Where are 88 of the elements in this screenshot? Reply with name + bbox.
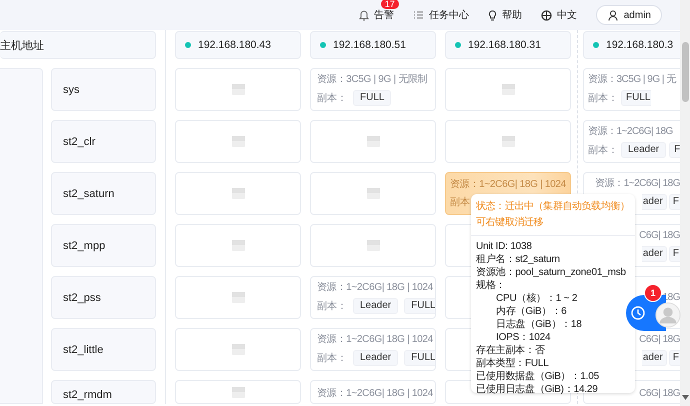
detail-line: 租户名：st2_saturn [476, 253, 561, 266]
globe-icon [540, 10, 552, 20]
clock-icon [631, 306, 645, 320]
unit-cell[interactable]: 资源：1~2C6G| 18G | 1024 副本： Leader FULL [310, 328, 436, 371]
detail-line: 已使用数据盘（GiB）：1.05 [476, 370, 600, 383]
image-placeholder-icon [232, 188, 244, 199]
image-placeholder-icon [232, 387, 244, 398]
count-badge: 17 [380, 0, 399, 9]
image-placeholder-icon [366, 188, 380, 199]
replica-tag: FULL [621, 90, 652, 106]
scroll-down-icon [682, 395, 689, 400]
detail-line: 副本类型：FULL [476, 357, 550, 370]
unit-cell[interactable]: 资源：1~2C6G| 18G | 1024 副本： Leader FULL [310, 276, 436, 319]
host-address: 192.168.180.43 [198, 39, 271, 51]
resource-text: 资源：1~2C6G| 18G [595, 177, 680, 190]
tenant-cell: st2_mpp [51, 224, 156, 267]
language-button[interactable]: 中文 [540, 8, 577, 22]
scrollbar-thumb[interactable] [682, 42, 689, 102]
replica-tag: F [668, 246, 680, 262]
unit-cell[interactable]: 资源：1~2C6G| 18G 副本： Leader F [583, 120, 680, 163]
user-icon [608, 10, 618, 20]
bulb-icon [488, 10, 497, 20]
tenant-cell: st2_little [51, 328, 156, 371]
alerts-button[interactable]: 告警 [358, 8, 394, 22]
tenant-cell: st2_pss [51, 276, 156, 319]
spec-line: 内存（GiB）：6 [495, 305, 568, 318]
tenant-cell: st2_rmdm [51, 380, 156, 404]
resource-text: 资源：3C5G | 9G | 无 [588, 73, 678, 86]
replica-label: 副本： [317, 352, 347, 365]
detail-line: 规格： [476, 279, 506, 292]
spec-line: CPU（核）：1 ~ 2 [495, 292, 578, 305]
replica-tag: FULL [404, 350, 435, 366]
bell-icon [358, 10, 369, 20]
tenant-cell: st2_saturn [51, 172, 156, 215]
replica-tag: F [668, 350, 680, 366]
image-placeholder-icon [502, 136, 514, 147]
resource-text: C6G| 18G [639, 333, 680, 346]
detail-line: 资源池：pool_saturn_zone01_msb [476, 266, 627, 279]
replica-tag: ader [642, 350, 667, 366]
status-dot [320, 42, 326, 48]
replica-tag: ader [642, 194, 667, 210]
detail-line: 存在主副本：否 [476, 344, 546, 357]
help-button[interactable]: 帮助 [488, 8, 522, 22]
image-placeholder-icon [232, 240, 244, 251]
replica-tag: Leader [353, 298, 398, 314]
replica-tag: Leader [621, 142, 666, 158]
status-dot [455, 42, 461, 48]
tenant-cell: sys [51, 68, 156, 111]
image-placeholder-icon [366, 136, 380, 147]
resource-text: C6G| 18G [639, 229, 680, 242]
status-line: 可右键取消迁移 [476, 216, 544, 230]
task-center-button[interactable]: 任务中心 [412, 8, 469, 22]
image-placeholder-icon [232, 136, 244, 147]
host-address: 192.168.180.3 [606, 39, 674, 51]
host-address: 192.168.180.31 [468, 39, 541, 51]
scrollbar[interactable] [680, 0, 690, 406]
replica-tag: F [669, 142, 680, 158]
status-dot [185, 42, 191, 48]
image-placeholder-icon [232, 292, 244, 303]
user-menu-button[interactable]: admin [596, 5, 662, 25]
replica-label: 副本： [317, 92, 347, 105]
image-placeholder-icon [232, 344, 244, 355]
image-placeholder-icon [502, 84, 514, 95]
replica-tag: FULL [353, 90, 392, 106]
replica-label: 副本： [588, 144, 618, 157]
replica-tag: FULL [404, 298, 435, 314]
unit-cell[interactable]: 资源：3C5G | 9G | 无限制 副本： FULL [310, 68, 436, 111]
spec-line: IOPS：1024 [495, 331, 552, 344]
host-address: 192.168.180.51 [333, 39, 406, 51]
unit-cell[interactable]: 资源：3C5G | 9G | 无 副本： FULL [583, 68, 680, 111]
detail-line: Unit ID: 1038 [476, 240, 533, 253]
replica-tag: Leader [353, 350, 398, 366]
tenant-cell: st2_clr [51, 120, 156, 163]
replica-label: 副本 [450, 196, 470, 209]
list-icon [412, 10, 424, 20]
replica-tag: F [668, 194, 680, 210]
column-header: 主机地址 [0, 31, 156, 59]
resource-text: 资源：1~2C6G| 18G [588, 125, 674, 138]
spec-line: 日志盘（GiB）：18 [495, 318, 583, 331]
image-placeholder-icon [232, 84, 244, 95]
replica-label: 副本： [317, 300, 347, 313]
image-placeholder-icon [366, 240, 380, 251]
status-dot [593, 42, 599, 48]
resource-text: C6G| 18G [639, 387, 680, 400]
resource-text: 资源：3C5G | 9G | 无限制 [317, 73, 428, 86]
resource-text: 资源：1~2C6G| 18G | 1024 [450, 178, 564, 191]
replica-tag: ader [642, 246, 667, 262]
replica-label: 副本： [588, 92, 618, 105]
